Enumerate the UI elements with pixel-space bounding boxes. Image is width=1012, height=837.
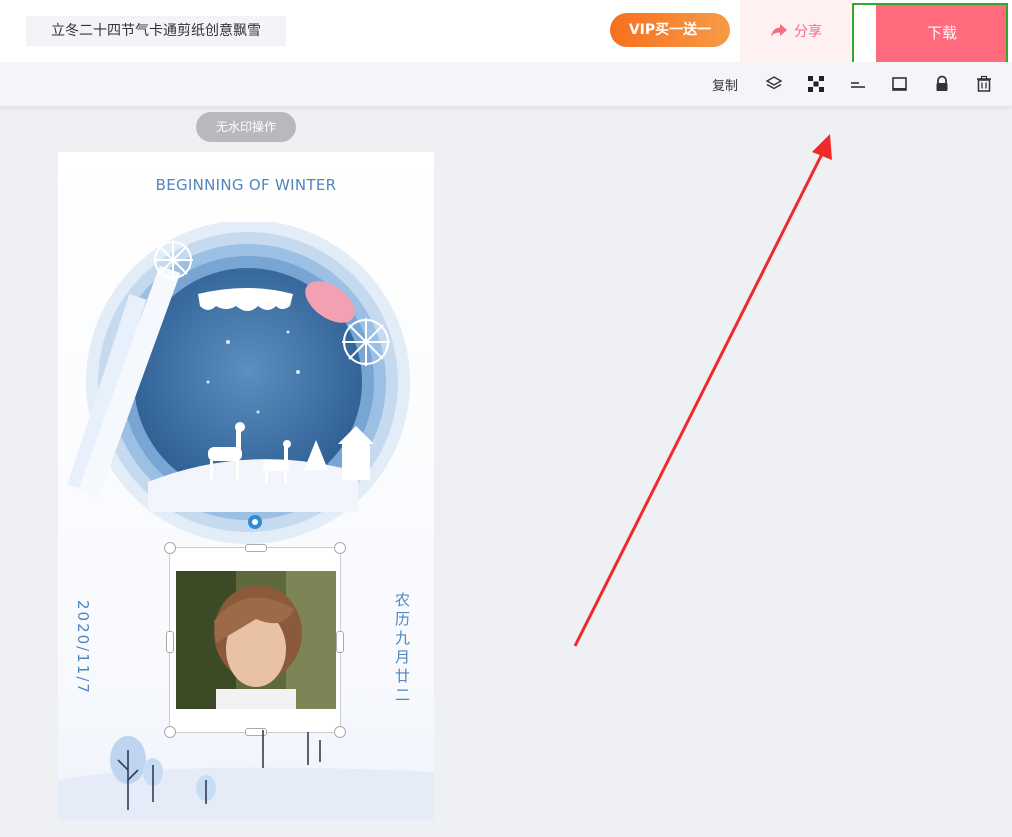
annotation-arrow bbox=[573, 134, 832, 647]
